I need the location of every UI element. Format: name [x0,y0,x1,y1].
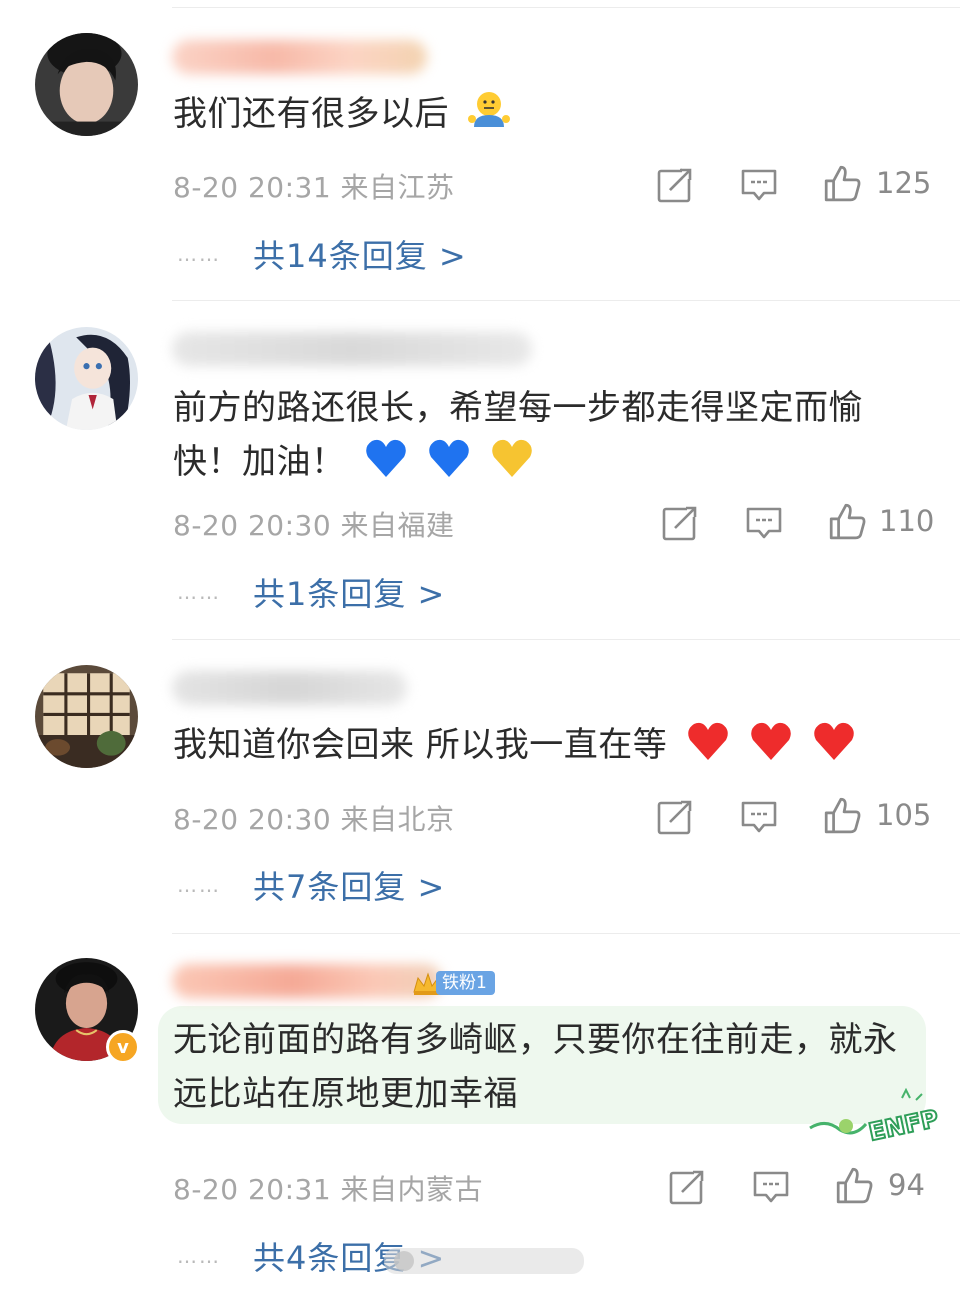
shrug-emoji-icon [468,92,511,127]
sticker-text: ENFP [866,1104,941,1142]
comment-location: 来自福建 [340,509,455,542]
user-avatar[interactable] [35,665,138,768]
comment-divider [172,300,960,301]
comment-time: 8-20 20:30 [173,803,332,836]
comment-meta: 8-20 20:31 来自内蒙古 [173,1168,483,1208]
yellow-heart-icon [492,439,533,477]
comment-divider [172,933,960,934]
verified-badge: v [106,1030,140,1064]
share-icon[interactable] [661,504,699,542]
replies-row: …… 共14条回复 > [177,232,467,276]
comment-icon[interactable] [745,504,783,542]
comment-meta: 8-20 20:31 来自江苏 [173,166,455,206]
username-blurred[interactable] [172,671,407,705]
red-heart-icon [687,722,728,760]
fan-badge: 铁粉1 [412,970,495,996]
comment-icon[interactable] [740,798,778,836]
share-icon[interactable] [656,166,694,204]
red-heart-icon [751,722,791,760]
view-replies-link[interactable]: 共14条回复 > [253,231,467,277]
like-icon[interactable] [834,1165,874,1205]
comment-location: 来自江苏 [340,171,455,204]
comment-text: 我们还有很多以后 [173,87,913,141]
share-icon[interactable] [656,798,694,836]
comment-text: 我知道你会回来 所以我一直在等 [173,718,913,772]
comment-icon[interactable] [752,1168,790,1206]
comment-time: 8-20 20:31 [173,1173,332,1206]
like-count: 110 [879,504,935,538]
username-blurred[interactable] [172,964,442,998]
comment-location: 来自内蒙古 [340,1173,484,1206]
like-icon[interactable] [822,163,862,203]
comment-text-body: 我知道你会回来 所以我一直在等 [173,725,668,765]
comment-text-body: 无论前面的路有多崎岖，只要你在往前走，就永远比站在原地更加幸福 [173,1020,898,1114]
view-replies-link[interactable]: 共7条回复 > [253,862,445,908]
comment-location: 来自北京 [340,803,455,836]
like-count: 125 [876,166,932,200]
user-avatar[interactable] [35,33,138,136]
blue-heart-icon [366,439,406,477]
comment-meta: 8-20 20:30 来自北京 [173,798,455,838]
share-icon[interactable] [668,1168,706,1206]
blue-heart-icon [429,439,469,477]
comment-divider [172,639,960,640]
replies-row: …… 共7条回复 > [177,863,445,907]
like-count: 105 [876,798,932,832]
comment-text: 前方的路还很长，希望每一步都走得坚定而愉快！加油！ [173,381,913,489]
replies-dots: …… [177,873,221,897]
username-blurred[interactable] [172,332,532,366]
like-count: 94 [888,1168,925,1202]
fan-badge-label: 铁粉1 [436,971,495,995]
comment-text: 无论前面的路有多崎岖，只要你在往前走，就永远比站在原地更加幸福 [173,1013,913,1121]
user-avatar[interactable] [35,327,138,430]
top-divider [172,7,960,8]
comment-text-body: 我们还有很多以后 [173,94,449,134]
replies-row: …… 共1条回复 > [177,570,445,614]
red-heart-icon [814,722,855,760]
replies-dots: …… [177,242,221,266]
watermark-overlay [384,1248,584,1274]
replies-dots: …… [177,580,221,604]
enfp-sticker: ENFP [809,1088,942,1142]
like-icon[interactable] [822,795,862,835]
comment-meta: 8-20 20:30 来自福建 [173,504,455,544]
like-icon[interactable] [827,501,867,541]
view-replies-link[interactable]: 共1条回复 > [253,569,445,615]
comment-icon[interactable] [740,166,778,204]
replies-dots: …… [177,1244,221,1268]
comment-time: 8-20 20:30 [173,509,332,542]
username-blurred[interactable] [172,40,427,74]
comment-time: 8-20 20:31 [173,171,332,204]
